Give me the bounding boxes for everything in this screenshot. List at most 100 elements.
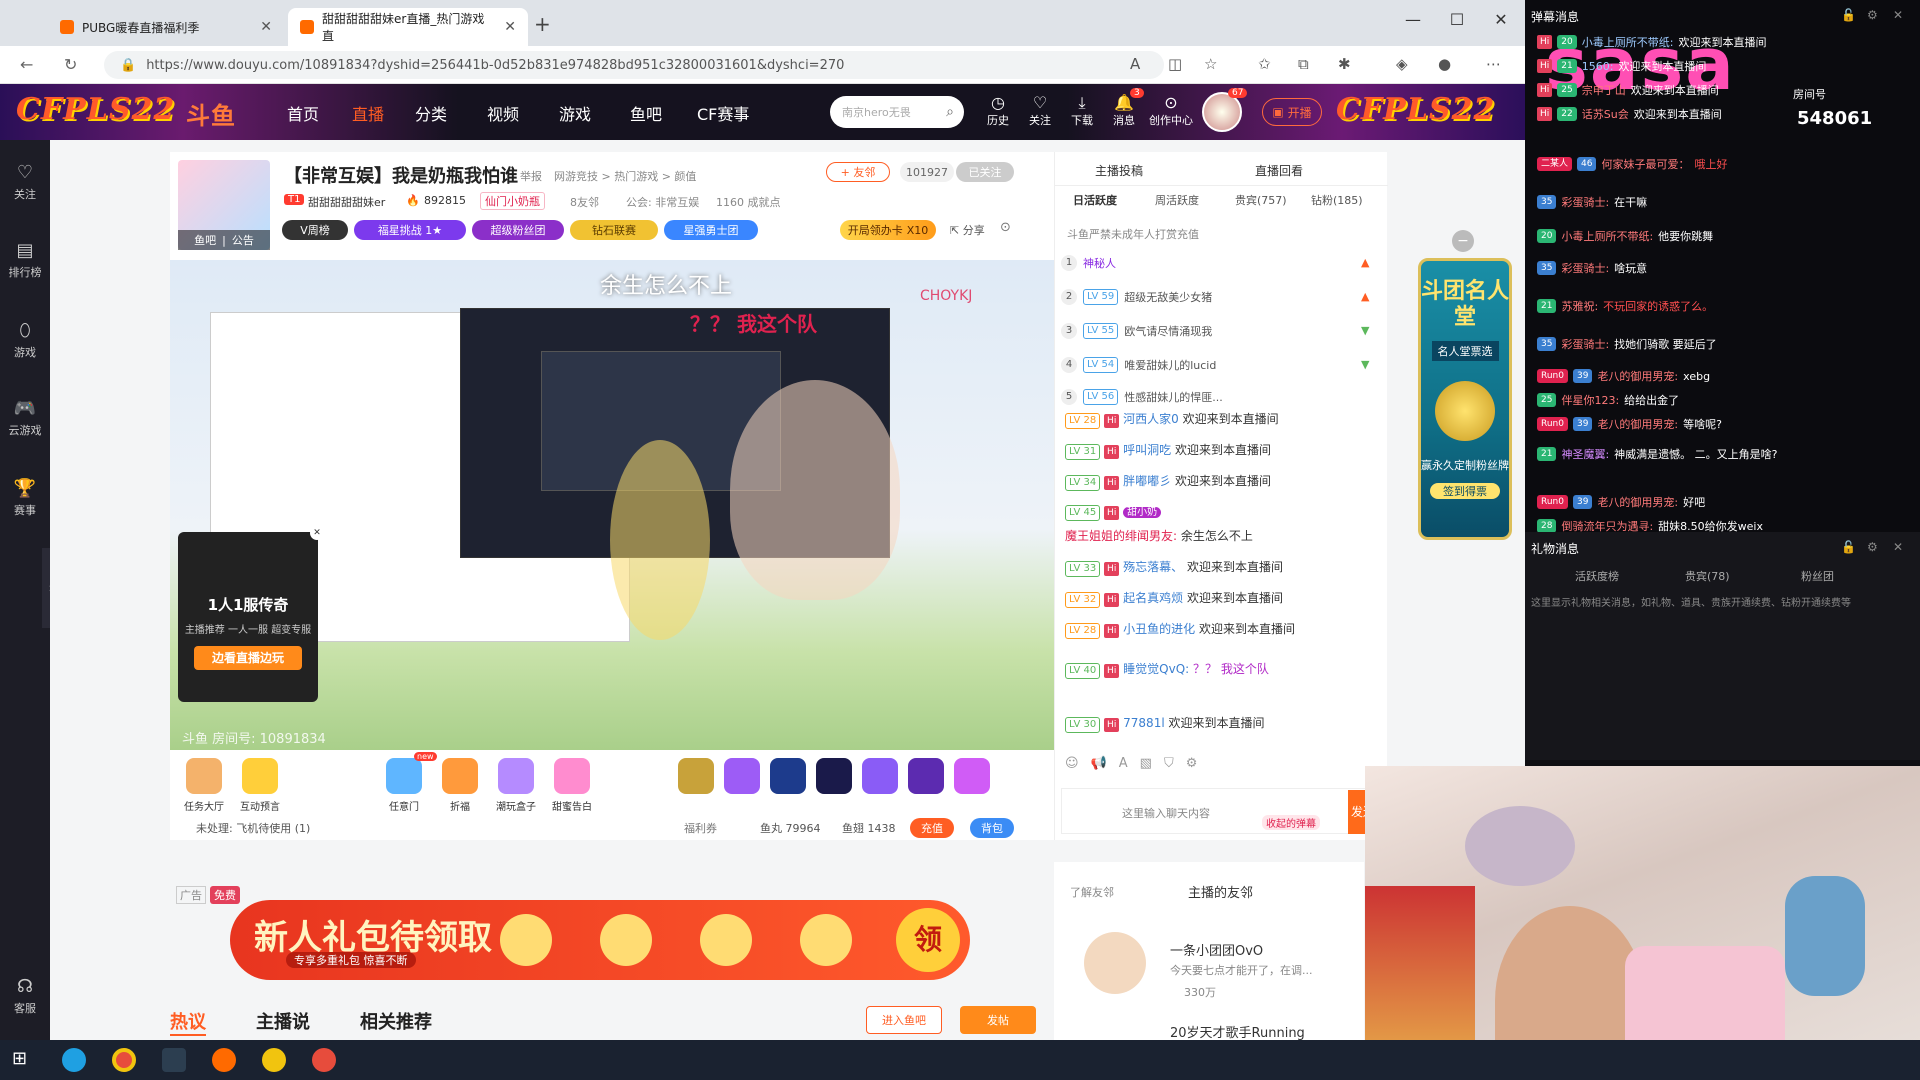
gift-item-icon[interactable] bbox=[816, 758, 852, 794]
windows-start-icon[interactable]: ⊞ bbox=[12, 1048, 27, 1069]
portal-icon[interactable] bbox=[386, 758, 422, 794]
chat-message[interactable]: LV 30 Hi 77881l 欢迎来到本直播间 bbox=[1065, 714, 1265, 733]
chrome-icon[interactable] bbox=[112, 1048, 136, 1072]
nav-cf-event[interactable]: CF赛事 bbox=[697, 101, 749, 125]
browser-tab-active[interactable]: 甜甜甜甜甜妹er直播_热门游戏直 ✕ bbox=[288, 8, 528, 46]
gift-tab[interactable]: 贵宾(78) bbox=[1685, 568, 1730, 584]
settings-icon[interactable]: ⚙ bbox=[1867, 540, 1878, 554]
gift-item-icon[interactable] bbox=[678, 758, 714, 794]
ad-play-button[interactable]: 边看直播边玩 bbox=[194, 646, 302, 670]
favorite-icon[interactable]: ☆ bbox=[1204, 55, 1217, 73]
blind-box-icon[interactable] bbox=[498, 758, 534, 794]
recharge-button[interactable]: 充值 bbox=[910, 818, 954, 838]
close-icon[interactable]: ✕ bbox=[260, 19, 272, 35]
rank-row[interactable]: 1 神秘人 bbox=[1061, 252, 1116, 274]
edge-icon[interactable] bbox=[62, 1048, 86, 1072]
rank-row[interactable]: 2 LV 59 超级无敌美少女猪 bbox=[1061, 286, 1212, 308]
tab-diamond-fans[interactable]: 钻粉(185) bbox=[1311, 192, 1363, 208]
settings-icon[interactable]: ⚙ bbox=[1867, 8, 1878, 22]
sidebar-item-follow[interactable]: ♡ 关注 bbox=[0, 162, 50, 202]
fishbar-link[interactable]: 鱼吧 bbox=[194, 232, 216, 248]
nav-video[interactable]: 视频 bbox=[487, 101, 519, 125]
settings-icon[interactable]: ⚙ bbox=[1186, 756, 1198, 771]
replay-link[interactable]: 直播回看 bbox=[1255, 162, 1303, 179]
gift-item-icon[interactable] bbox=[908, 758, 944, 794]
douyu-logo[interactable]: 斗鱼 bbox=[186, 96, 236, 131]
favorites-icon[interactable]: ✩ bbox=[1258, 55, 1271, 73]
collections-icon[interactable]: ⧉ bbox=[1298, 55, 1309, 73]
streamer-name[interactable]: 甜甜甜甜甜妹er bbox=[308, 194, 385, 210]
browser-tab[interactable]: PUBG暖春直播福利季 ✕ bbox=[48, 8, 284, 46]
tab-vip[interactable]: 贵宾(757) bbox=[1235, 192, 1287, 208]
tab-daily-active[interactable]: 日活跃度 bbox=[1073, 192, 1117, 208]
fan-tag[interactable]: 仙门小奶瓶 bbox=[480, 192, 545, 210]
banner-close-icon[interactable]: − bbox=[1452, 230, 1474, 252]
friend-name[interactable]: 一条小团团OvO bbox=[1170, 940, 1263, 959]
font-icon[interactable]: A bbox=[1119, 756, 1128, 771]
creator-center-button[interactable]: ⊙ 创作中心 bbox=[1146, 94, 1196, 128]
more-options-icon[interactable]: ⊙ bbox=[1000, 220, 1011, 235]
prediction-icon[interactable] bbox=[242, 758, 278, 794]
notice-link[interactable]: 公告 bbox=[232, 232, 254, 248]
refresh-icon[interactable]: ↻ bbox=[64, 55, 77, 74]
tab-related[interactable]: 相关推荐 bbox=[360, 1008, 432, 1034]
share-button[interactable]: ⇱ 分享 bbox=[950, 222, 985, 238]
confession-icon[interactable] bbox=[554, 758, 590, 794]
user-avatar[interactable] bbox=[1202, 92, 1242, 132]
close-icon[interactable]: ✕ bbox=[1893, 540, 1903, 554]
diamond-league-badge[interactable]: 钻石联赛 bbox=[570, 220, 658, 240]
chat-message[interactable]: LV 31 Hi 呼叫洞吃 欢迎来到本直播间 bbox=[1065, 441, 1271, 460]
netease-icon[interactable] bbox=[312, 1048, 336, 1072]
hall-of-fame-banner[interactable]: 斗团名人堂 名人堂票选 赢永久定制粉丝牌 签到得票 bbox=[1418, 258, 1512, 540]
read-aloud-icon[interactable]: A bbox=[1130, 55, 1140, 73]
super-fan-badge[interactable]: 超级粉丝团 bbox=[472, 220, 564, 240]
gift-tab[interactable]: 粉丝团 bbox=[1801, 568, 1834, 584]
gift-item-icon[interactable] bbox=[724, 758, 760, 794]
follow-button[interactable]: ♡ 关注 bbox=[1022, 94, 1058, 128]
nav-category[interactable]: 分类 bbox=[415, 101, 447, 125]
close-icon[interactable]: ✕ bbox=[504, 19, 516, 35]
chat-message[interactable]: LV 33 Hi 殇忘落幕、 欢迎来到本直播间 bbox=[1065, 558, 1283, 577]
close-icon[interactable]: ✕ bbox=[310, 526, 324, 540]
enter-fishbar-button[interactable]: 进入鱼吧 bbox=[866, 1006, 942, 1034]
lock-icon[interactable]: 🔓 bbox=[1841, 540, 1856, 554]
gift-item-icon[interactable] bbox=[862, 758, 898, 794]
new-tab-button[interactable]: + bbox=[534, 12, 551, 36]
nav-game[interactable]: 游戏 bbox=[559, 101, 591, 125]
profile-icon[interactable]: ● bbox=[1438, 55, 1451, 73]
copilot-icon[interactable]: ◈ bbox=[1396, 55, 1408, 73]
gift-item-icon[interactable] bbox=[954, 758, 990, 794]
weekly-rank-badge[interactable]: V周榜 bbox=[282, 220, 348, 240]
lucky-star-badge[interactable]: 福星挑战 1★ bbox=[354, 220, 466, 240]
horn-icon[interactable]: 📢 bbox=[1091, 756, 1107, 771]
room-category[interactable]: 网游竞技 > 热门游戏 > 颜值 bbox=[554, 168, 696, 184]
sidebar-item-service[interactable]: ☊ 客服 bbox=[0, 976, 50, 1016]
nav-fishbar[interactable]: 鱼吧 bbox=[630, 101, 662, 125]
about-friends-link[interactable]: 了解友邻 bbox=[1070, 884, 1114, 900]
gift-tab[interactable]: 活跃度榜 bbox=[1575, 568, 1619, 584]
chat-message[interactable]: 魔王姐姐的绯闻男友: 余生怎么不上 bbox=[1065, 527, 1253, 544]
task-hall-icon[interactable] bbox=[186, 758, 222, 794]
newbie-gift-banner[interactable]: 新人礼包待领取 专享多重礼包 惊喜不断 领 bbox=[230, 900, 970, 980]
report-link[interactable]: 举报 bbox=[520, 168, 542, 184]
emoji-icon[interactable]: ☺ bbox=[1065, 756, 1079, 771]
backpack-button[interactable]: 背包 bbox=[970, 818, 1014, 838]
rank-row[interactable]: 4 LV 54 唯爱甜妹儿的lucid bbox=[1061, 354, 1216, 376]
shield-icon[interactable]: ⛉ bbox=[1164, 756, 1174, 771]
message-button[interactable]: 🔔 消息 bbox=[1106, 94, 1142, 128]
app-icon[interactable] bbox=[262, 1048, 286, 1072]
obs-icon[interactable] bbox=[162, 1048, 186, 1072]
image-icon[interactable]: ▧ bbox=[1140, 756, 1152, 771]
search-input[interactable]: 南京hero无畏 ⌕ bbox=[830, 96, 964, 128]
chat-input[interactable]: 这里输入聊天内容 收起的弹幕 bbox=[1061, 788, 1377, 834]
guild-label[interactable]: 公会: 非常互娱 bbox=[626, 194, 699, 210]
url-field[interactable]: 🔒 https://www.douyu.com/10891834?dyshid=… bbox=[104, 51, 1164, 79]
sidebar-item-cloud-game[interactable]: 🎮 云游戏 bbox=[0, 398, 50, 438]
chat-message[interactable]: LV 32 Hi 起名真鸡烦 欢迎来到本直播间 bbox=[1065, 589, 1283, 608]
douyu-icon[interactable] bbox=[212, 1048, 236, 1072]
lock-icon[interactable]: 🔓 bbox=[1841, 8, 1856, 22]
sidebar-item-events[interactable]: 🏆 赛事 bbox=[0, 478, 50, 518]
chat-message[interactable]: LV 28 Hi 河西人家0 欢迎来到本直播间 bbox=[1065, 410, 1279, 429]
blessing-icon[interactable] bbox=[442, 758, 478, 794]
card-claim-button[interactable]: 开局领办卡 X10 bbox=[840, 220, 936, 240]
